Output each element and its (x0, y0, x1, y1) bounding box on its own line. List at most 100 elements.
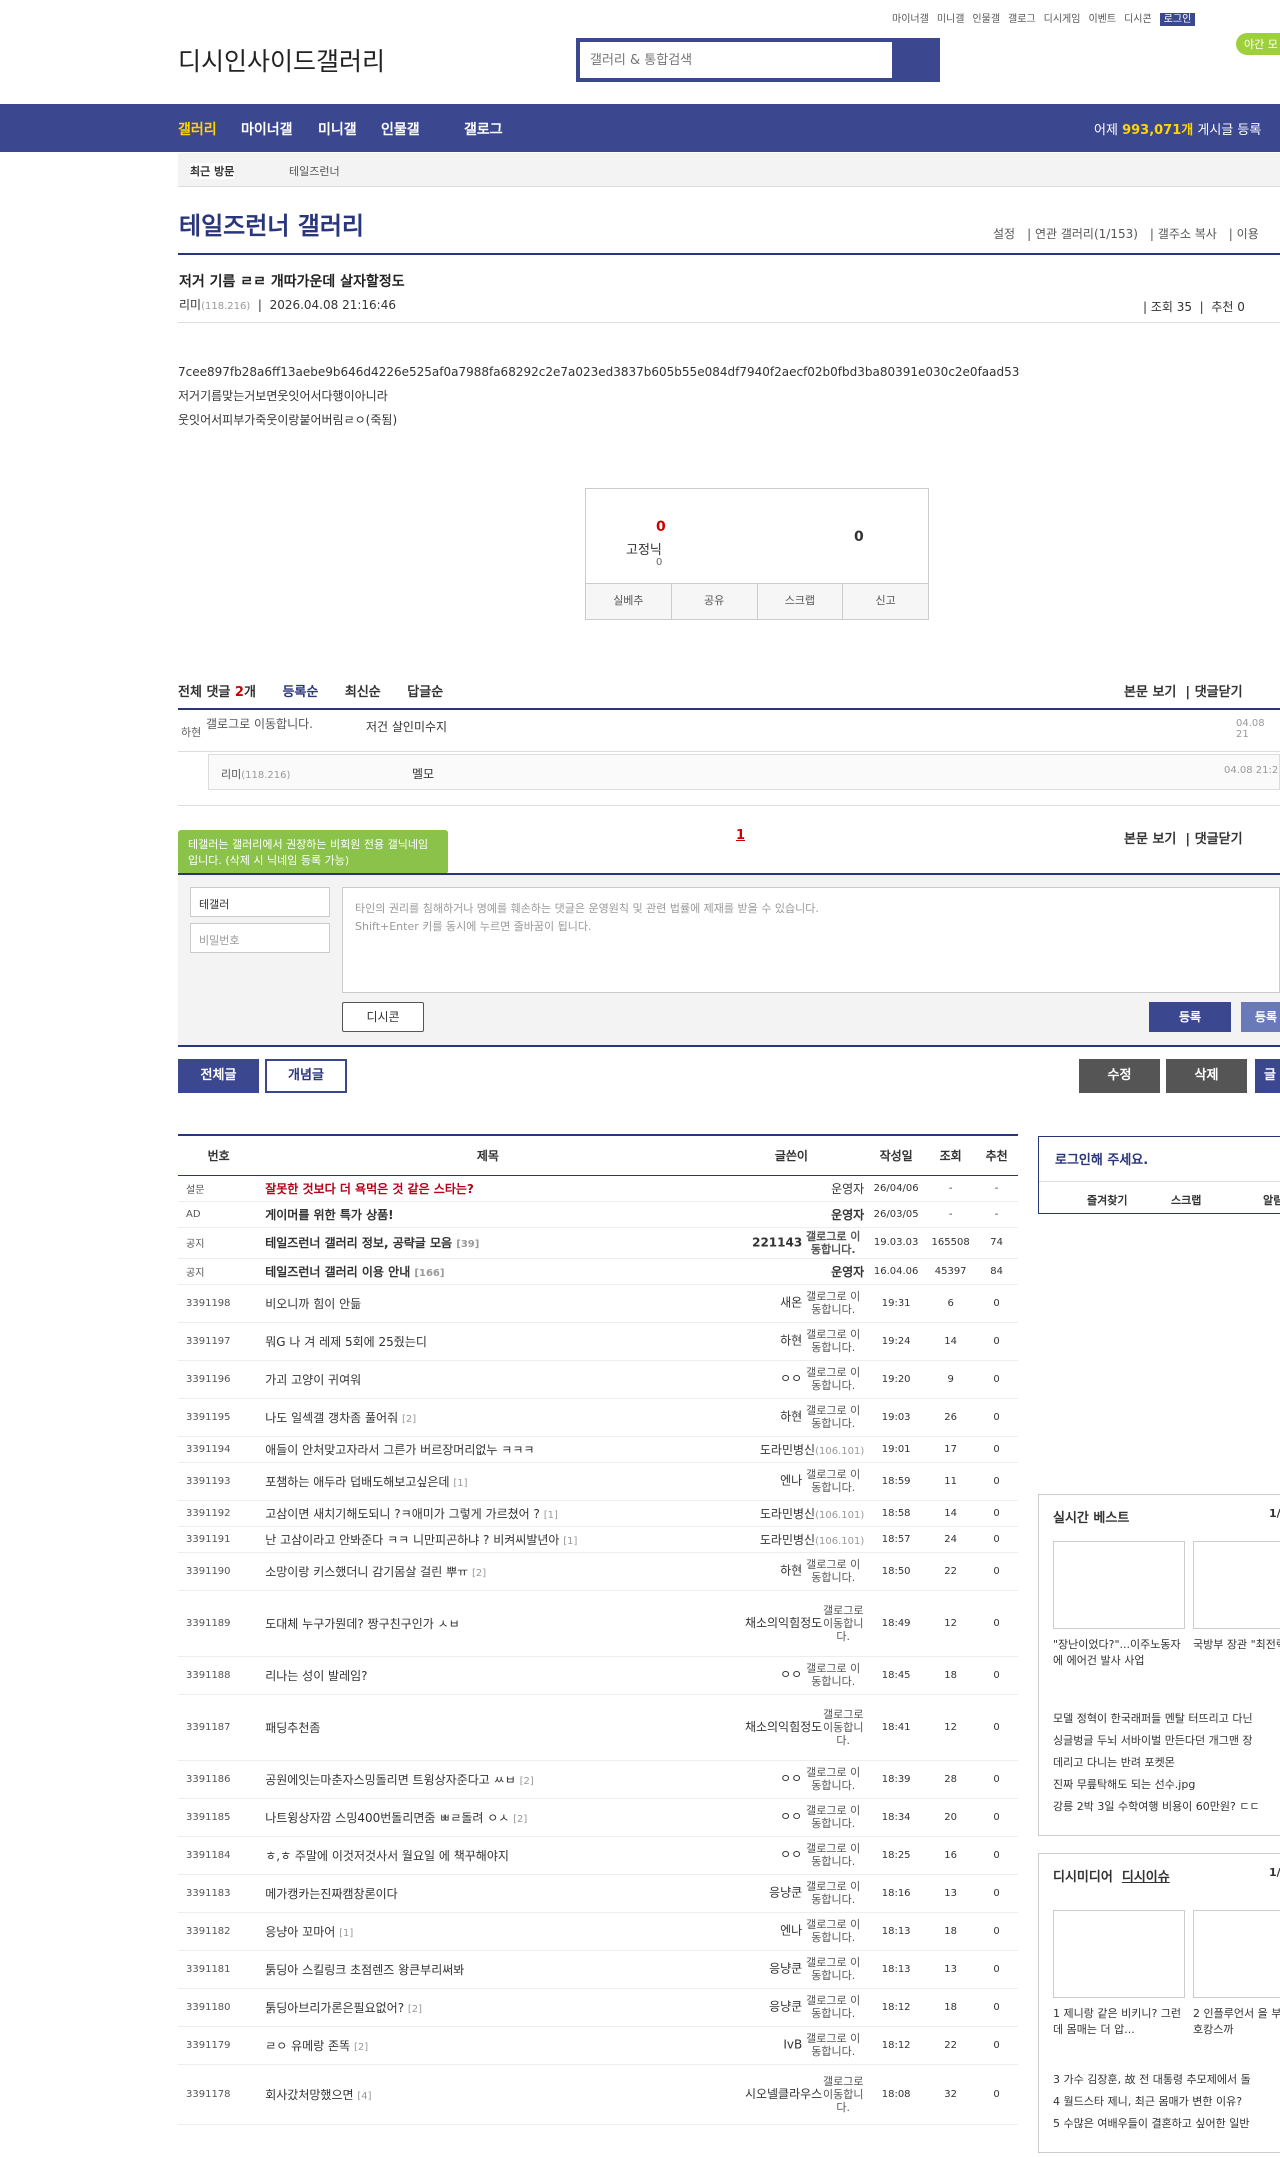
recent-item[interactable]: 테일즈런너 (289, 163, 340, 179)
sort-latest[interactable]: 최신순 (345, 685, 381, 700)
gallog-icon[interactable]: 갤로그로 이동합니다. (802, 1994, 864, 2020)
gallog-icon[interactable]: 갤로그로 이동합니다. (822, 1604, 864, 1643)
post-title-link[interactable]: 메가캥카는진짜캠창론이다 (265, 1887, 397, 1901)
writer-name[interactable]: 도라민병신 (760, 1507, 815, 1521)
gallog-icon[interactable]: 갤로그로 이동합니다. (802, 1366, 864, 1392)
search-input[interactable] (580, 42, 880, 78)
best-caption-1[interactable]: "장난이었다?"...이주노동자에 에어건 발사 사업 (1053, 1637, 1185, 1669)
delete-button[interactable]: 삭제 (1166, 1059, 1247, 1093)
gallery-title[interactable]: 테일즈런너 갤러리 (179, 206, 364, 241)
table-row[interactable]: 3391188 리나는 성이 발레임? ㅇㅇ 갤로그로 이동합니다. 18:45 18 0 (178, 1656, 1018, 1695)
table-row[interactable]: 3391178 회사갔처망했으면 [4] 시오넬클라우스갤로그로 이동합니다. 18:… (178, 2064, 1018, 2125)
post-title-cell[interactable]: 테일즈런너 갤러리 이용 안내 [166] (259, 1258, 717, 1285)
post-title-link[interactable]: 난 고삼이라고 안봐준다 ㅋㅋ 니만피곤하냐 ? 비켜씨발년아 (265, 1533, 559, 1547)
writer-name[interactable]: 하현 (780, 1334, 802, 1348)
table-row[interactable]: 3391179 ㄹㅇ 유메랑 존똑 [2] IvB 갤로그로 이동합니다. 18:12 2… (178, 2026, 1018, 2065)
modify-button[interactable]: 수정 (1079, 1059, 1160, 1093)
reply-count[interactable]: [1] (453, 1478, 467, 1489)
table-row[interactable]: 3391182 응냥아 꼬마어 [1] 엔나 갤로그로 이동합니다. 18:13 18 0 (178, 1912, 1018, 1951)
reply-count[interactable]: [39] (456, 1239, 479, 1250)
best-caption-2[interactable]: 국방부 장관 "최전력 75% 감축" 로 (1193, 1637, 1280, 1653)
writer-nick[interactable]: 리미 (179, 298, 201, 312)
post-title-link[interactable]: 테일즈런너 갤러리 정보, 공략글 모음 (265, 1236, 452, 1250)
gallog-icon[interactable]: 갤로그로 이동합니다. (822, 1708, 864, 1747)
dccon-button[interactable]: 디시콘 (342, 1002, 424, 1032)
reply-count[interactable]: [2] (520, 1776, 534, 1787)
search-button[interactable] (892, 42, 936, 78)
top-link-gallog[interactable]: 갤로그 (1008, 14, 1036, 25)
writer-name[interactable]: 응냥쿤 (769, 1886, 802, 1900)
nav-gallog[interactable]: 갤로그 (464, 119, 503, 139)
writer-name[interactable]: ㅇㅇ (780, 1848, 802, 1862)
table-row[interactable]: 3391183 메가캥카는진짜캠창론이다 응냥쿤 갤로그로 이동합니다. 18:16 1… (178, 1874, 1018, 1913)
writer-name[interactable]: 새온 (780, 1296, 802, 1310)
post-title-cell[interactable]: 공원에잇는마춘자스밍돌리면 트윙상자준다고 ㅆㅂ [2] (259, 1760, 717, 1799)
table-row[interactable]: AD 게이머를 위한 특가 상품! 운영자 26/03/05- - (178, 1201, 1018, 1228)
post-title-cell[interactable]: 소망이랑 키스했더니 감기몸살 걸린 뿌ㅠ [2] (259, 1552, 717, 1591)
nav-mini[interactable]: 미니갤 (318, 119, 357, 139)
post-title-cell[interactable]: 포챔하는 애두라 덥배도해보고싶은데 [1] (259, 1462, 717, 1501)
post-title-link[interactable]: 도대체 누구가뭔데? 짱구친구인가 ㅅㅂ (265, 1617, 459, 1631)
post-title-link[interactable]: 고삼이면 새치기해도되니 ?ㅋ애미가 그렇게 가르쳤어 ? (265, 1507, 540, 1521)
gallog-icon[interactable]: 갤로그로 이동합니다. (802, 1404, 864, 1430)
reply-count[interactable]: [2] (408, 2004, 422, 2015)
reply-count[interactable]: [2] (472, 1568, 486, 1579)
best-item[interactable]: 모델 정혁이 한국래퍼들 멘탈 터뜨리고 다닌 (1053, 1711, 1253, 1727)
table-row[interactable]: 3391189 도대체 누구가뭔데? 짱구친구인가 ㅅㅂ 채소의익힘정도갤로그로 … (178, 1590, 1018, 1657)
table-row[interactable]: 3391191 난 고삼이라고 안봐준다 ㅋㅋ 니만피곤하냐 ? 비켜씨발년아 [… (178, 1526, 1018, 1553)
top-link-minor[interactable]: 마이너갤 (892, 14, 929, 25)
post-title-cell[interactable]: 애들이 안처맞고자라서 그른가 버르장머리없누 ㅋㅋㅋ (259, 1436, 717, 1463)
top-link-dccon[interactable]: 디시콘 (1124, 14, 1152, 25)
post-title-link[interactable]: 리나는 성이 발레임? (265, 1669, 367, 1683)
writer-name[interactable]: 시오넬클라우스 (745, 2087, 822, 2101)
register-recommend-button[interactable]: 등록 (1241, 1002, 1280, 1032)
comment-page-1[interactable]: 1 (736, 828, 745, 843)
close-comments-link-bottom[interactable]: 댓글닫기 (1195, 832, 1243, 847)
reply-count[interactable]: [2] (354, 2042, 368, 2053)
table-row[interactable]: 공지 테일즈런너 갤러리 이용 안내 [166] 운영자 16.04.06 45397 8… (178, 1258, 1018, 1285)
table-row[interactable]: 3391187 패딩추천좀 채소의익힘정도갤로그로 이동합니다. 18:41 12 0 (178, 1694, 1018, 1761)
write-button[interactable]: 글 (1255, 1059, 1280, 1093)
gallog-icon[interactable]: 갤로그로 이동합니다. (822, 2075, 864, 2114)
scrap-button[interactable]: 스크랩 (758, 584, 844, 619)
reply-count[interactable]: [4] (357, 2091, 371, 2102)
reply-count[interactable]: [2] (402, 1414, 416, 1425)
gallog-icon[interactable]: 갤로그로 이동합니다. (802, 1766, 864, 1792)
post-title-link[interactable]: 뭐G 나 겨 레제 5회에 25줬는디 (265, 1335, 427, 1349)
table-row[interactable]: 설문 잘못한 것보다 더 욕먹은 것 같은 스타는? 운영자 26/04/06- - (178, 1175, 1018, 1202)
nav-gallery[interactable]: 갤러리 (178, 119, 217, 139)
share-button[interactable]: 공유 (672, 584, 758, 619)
media-caption-1[interactable]: 1 제니랑 같은 비키니? 그런데 몸매는 더 압... (1053, 2006, 1185, 2038)
table-row[interactable]: 3391192 고삼이면 새치기해도되니 ?ㅋ애미가 그렇게 가르쳤어 ? [1]… (178, 1500, 1018, 1527)
writer-name[interactable]: ㅇㅇ (780, 1772, 802, 1786)
register-button[interactable]: 등록 (1149, 1002, 1231, 1032)
post-title-link[interactable]: 응냥아 꼬마어 (265, 1925, 335, 1939)
gallog-icon[interactable]: 갤로그로 이동합니다. (802, 1662, 864, 1688)
realtime-best-title[interactable]: 실시간 베스트 (1053, 1507, 1129, 1526)
gallog-icon[interactable]: 갤로그로 이동합니다. (802, 2032, 864, 2058)
report-button[interactable]: 신고 (843, 584, 928, 619)
alarm-link[interactable]: 알림 (1263, 1192, 1280, 1208)
sort-registered[interactable]: 등록순 (282, 685, 318, 700)
writer-name[interactable]: 운영자 (831, 1265, 864, 1279)
writer-name[interactable]: 도라민병신 (760, 1443, 815, 1457)
comment-nick[interactable]: 하현 (181, 724, 201, 740)
password-field[interactable]: 비밀번호 (190, 923, 330, 953)
close-comments-link[interactable]: 댓글닫기 (1195, 685, 1243, 700)
dcissue-title[interactable]: 디시이슈 (1122, 1870, 1170, 1885)
top-link-person[interactable]: 인물갤 (972, 14, 1000, 25)
table-row[interactable]: 3391185 나트윙상자깜 스밍400번돌리면줌 ㅃㄹ돌려 ㅇㅅ [2] ㅇㅇ 갤로… (178, 1798, 1018, 1837)
all-posts-button[interactable]: 전체글 (178, 1059, 259, 1093)
nav-minor[interactable]: 마이너갤 (241, 119, 293, 139)
top-link-game[interactable]: 디시게임 (1044, 14, 1081, 25)
writer-name[interactable]: 채소의익힘정도 (745, 1616, 822, 1630)
post-title-link[interactable]: 소망이랑 키스했더니 감기몸살 걸린 뿌ㅠ (265, 1565, 468, 1579)
media-thumb-2[interactable] (1193, 1910, 1280, 1998)
gallog-icon[interactable]: 갤로그로 이동합니다. (802, 1230, 864, 1256)
post-title-cell[interactable]: 가괴 고양이 귀여워 (259, 1360, 717, 1399)
dcmedia-title[interactable]: 디시미디어 (1053, 1870, 1113, 1885)
post-title-link[interactable]: 공원에잇는마춘자스밍돌리면 트윙상자준다고 ㅆㅂ (265, 1773, 516, 1787)
table-row[interactable]: 3391180 툵딩아브리가론은필요없어? [2] 응냥쿤 갤로그로 이동합니다. 18… (178, 1988, 1018, 2027)
upvote-count[interactable]: 0 (656, 519, 666, 535)
writer-name[interactable]: ㅇㅇ (780, 1372, 802, 1386)
